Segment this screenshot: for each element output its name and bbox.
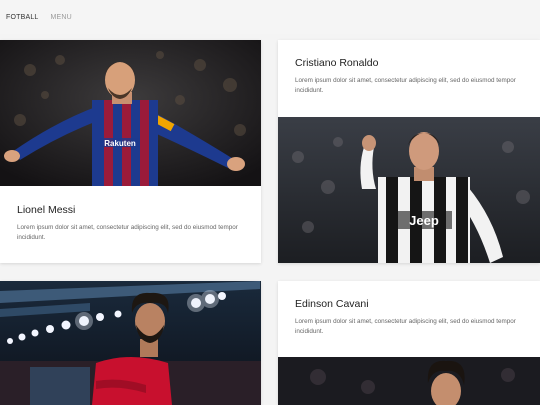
card-title-messi: Lionel Messi — [17, 204, 76, 216]
card-title-cavani: Edinson Cavani — [295, 298, 369, 310]
player-photo-ronaldo: Jeep — [278, 117, 540, 263]
card-text-cavani: Lorem ipsum dolor sit amet, consectetur … — [295, 318, 516, 335]
player-card-messi[interactable]: Rakuten Lionel Messi Lorem ipsum dolor s… — [0, 40, 261, 263]
card-text-ronaldo: Lorem ipsum dolor sit amet, consectetur … — [295, 77, 516, 94]
jersey-sponsor-right: Jeep — [409, 213, 439, 228]
player-card-cavani[interactable]: Edinson Cavani Lorem ipsum dolor sit ame… — [278, 281, 540, 405]
card-title-ronaldo: Cristiano Ronaldo — [295, 57, 379, 69]
player-card-salah[interactable] — [0, 281, 261, 405]
brand-link[interactable]: FOTBALL — [6, 14, 39, 21]
player-photo-messi: Rakuten — [0, 40, 261, 186]
top-nav-bar: FOTBALL MENU — [0, 0, 540, 34]
player-photo-salah — [0, 281, 261, 405]
player-card-ronaldo[interactable]: Cristiano Ronaldo Lorem ipsum dolor sit … — [278, 40, 540, 263]
card-text-messi: Lorem ipsum dolor sit amet, consectetur … — [17, 224, 238, 241]
player-photo-cavani — [278, 357, 540, 405]
menu-link[interactable]: MENU — [51, 14, 72, 21]
jersey-sponsor-left: Rakuten — [104, 139, 136, 148]
